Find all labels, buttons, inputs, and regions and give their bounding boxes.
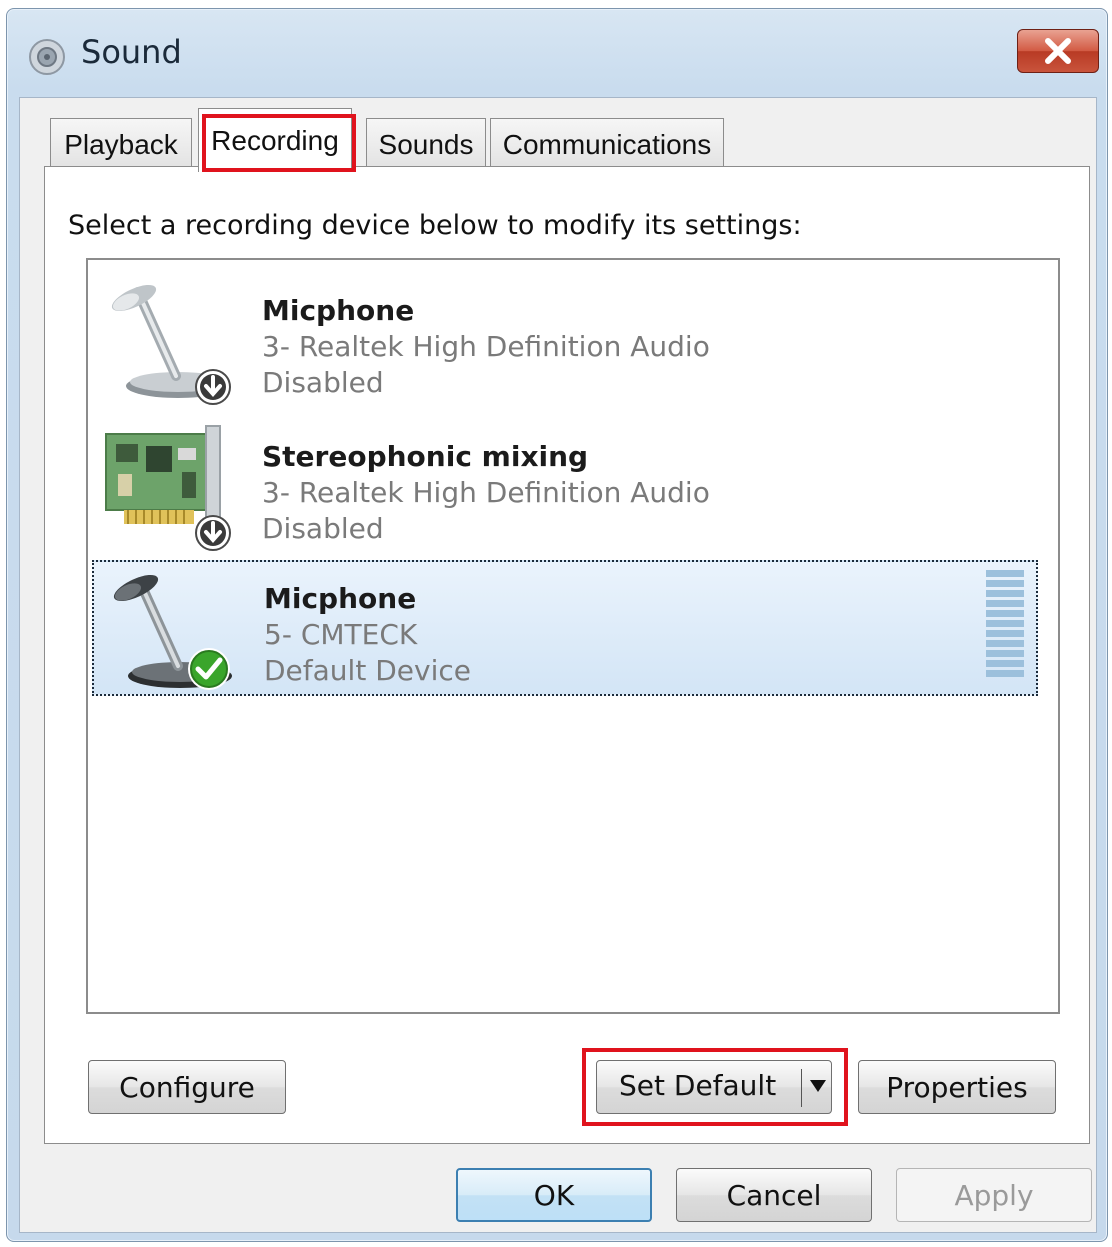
default-check-icon (188, 648, 230, 690)
device-driver: 3- Realtek High Definition Audio (262, 330, 710, 363)
dialog-client-area: Playback Recording Sounds Communications… (19, 97, 1097, 1233)
tab-sounds[interactable]: Sounds (366, 118, 486, 170)
close-button[interactable] (1017, 29, 1099, 73)
recording-tab-highlight (202, 114, 356, 172)
button-label: Apply (954, 1178, 1034, 1212)
device-item-stereo-mix[interactable]: Stereophonic mixing 3- Realtek High Defi… (92, 418, 1038, 552)
device-item-microphone-cmteck[interactable]: Micphone 5- CMTECK Default Device (92, 560, 1038, 696)
cancel-button[interactable]: Cancel (676, 1168, 872, 1222)
button-label: Properties (886, 1070, 1028, 1104)
device-name: Micphone (264, 582, 417, 615)
tab-playback[interactable]: Playback (50, 118, 192, 170)
device-status: Default Device (264, 654, 471, 687)
window-title: Sound (81, 33, 182, 71)
device-status: Disabled (262, 512, 384, 545)
close-icon (1045, 38, 1071, 64)
speaker-icon (29, 39, 65, 75)
title-bar[interactable]: Sound (7, 9, 1107, 97)
tab-label: Playback (64, 128, 178, 160)
disabled-arrow-icon (195, 369, 231, 405)
device-driver: 5- CMTECK (264, 618, 418, 651)
device-item-microphone-realtek[interactable]: Micphone 3- Realtek High Definition Audi… (92, 272, 1038, 406)
tab-communications[interactable]: Communications (490, 118, 724, 170)
button-label: Configure (119, 1070, 255, 1104)
device-list[interactable]: Micphone 3- Realtek High Definition Audi… (86, 258, 1060, 1014)
device-name: Micphone (262, 294, 415, 327)
set-default-highlight (582, 1048, 848, 1126)
device-driver: 3- Realtek High Definition Audio (262, 476, 710, 509)
audio-level-meter (986, 570, 1024, 682)
device-status: Disabled (262, 366, 384, 399)
button-label: Cancel (726, 1178, 822, 1212)
tab-label: Sounds (378, 128, 474, 160)
disabled-arrow-icon (195, 515, 231, 551)
device-name: Stereophonic mixing (262, 440, 589, 473)
instruction-text: Select a recording device below to modif… (68, 210, 802, 241)
button-label: OK (533, 1178, 575, 1212)
tab-label: Communications (502, 128, 712, 160)
ok-button[interactable]: OK (456, 1168, 652, 1222)
apply-button[interactable]: Apply (896, 1168, 1092, 1222)
configure-button[interactable]: Configure (88, 1060, 286, 1114)
properties-button[interactable]: Properties (858, 1060, 1056, 1114)
sound-dialog: Sound Playback Recording Sounds Communic… (6, 8, 1108, 1242)
